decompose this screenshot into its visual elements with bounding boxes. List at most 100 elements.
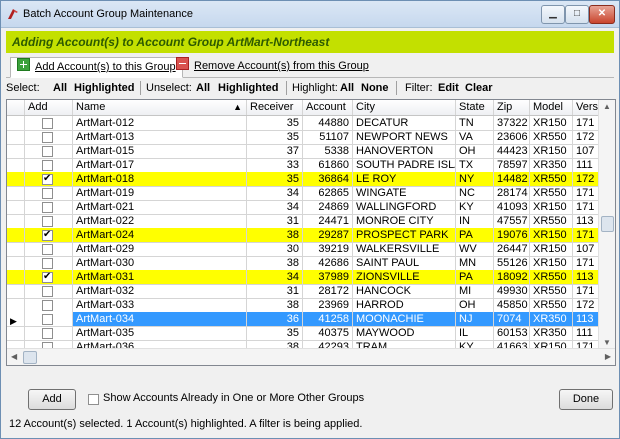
model-cell: XR150 (530, 200, 573, 215)
table-row[interactable]: ArtMart-0313437989ZIONSVILLEPA18092XR550… (7, 270, 615, 285)
table-row[interactable]: ArtMart-032 31 28172 HANCOCK MI 49930 XR550 171 (7, 284, 615, 299)
vertical-scroll-thumb[interactable] (601, 216, 614, 232)
row-indicator[interactable] (7, 172, 25, 187)
add-checkbox[interactable] (42, 118, 53, 129)
row-indicator[interactable] (7, 270, 25, 285)
table-row[interactable]: ArtMart-021 34 24869 WALLINGFORD KY 41093 XR15… (7, 200, 615, 215)
tab-add-accounts[interactable]: Add Account(s) to this Group (10, 57, 183, 78)
table-row[interactable]: ArtMart-022 31 24471 MONROE CITY IN 47557 XR55… (7, 214, 615, 229)
account-cell: 39219 (303, 242, 353, 257)
row-indicator[interactable]: ▶ (7, 312, 25, 327)
column-header-add[interactable]: Add (25, 100, 73, 115)
add-cell (25, 116, 73, 131)
add-checkbox[interactable] (42, 314, 53, 325)
add-checkbox[interactable] (42, 188, 53, 199)
minimize-icon[interactable]: ▁ (541, 5, 565, 24)
name-cell: ArtMart-018 (73, 172, 247, 187)
add-checkbox[interactable] (42, 300, 53, 311)
scroll-right-icon[interactable]: ▶ (605, 352, 611, 361)
column-header-receiver[interactable]: Receiver (247, 100, 303, 115)
table-row[interactable]: ArtMart-030 38 42686 SAINT PAUL MN 55126 XR150… (7, 256, 615, 271)
row-indicator[interactable] (7, 298, 25, 313)
row-indicator[interactable] (7, 200, 25, 215)
table-row[interactable]: ArtMart-012 35 44880 DECATUR TN 37322 XR150 171 (7, 116, 615, 131)
filter-clear-link[interactable]: Clear (465, 82, 493, 94)
add-checkbox[interactable] (42, 286, 53, 297)
vers-cell: 171 (573, 186, 599, 201)
add-checkbox[interactable] (42, 146, 53, 157)
row-indicator[interactable] (7, 130, 25, 145)
show-accounts-checkbox[interactable] (88, 394, 99, 405)
add-checkbox[interactable] (42, 160, 53, 171)
row-indicator[interactable] (7, 116, 25, 131)
table-row[interactable]: ▶ ArtMart-034 36 41258 MOONACHIE NJ 7074 XR350 1… (7, 312, 615, 327)
zip-cell: 49930 (494, 284, 530, 299)
close-icon[interactable]: ✕ (589, 5, 615, 24)
table-row[interactable]: ArtMart-019 34 62865 WINGATE NC 28174 XR550 171 (7, 186, 615, 201)
column-header-zip[interactable]: Zip (494, 100, 530, 115)
column-header-model[interactable]: Model (530, 100, 573, 115)
horizontal-scroll-thumb[interactable] (23, 351, 37, 364)
column-header-state[interactable]: State (456, 100, 494, 115)
vers-cell: 111 (573, 326, 599, 341)
column-header-city[interactable]: City (353, 100, 456, 115)
tab-remove-accounts[interactable]: Remove Account(s) from this Group (170, 57, 375, 76)
scroll-up-icon[interactable]: ▲ (603, 102, 611, 111)
row-indicator[interactable] (7, 186, 25, 201)
select-all-link[interactable]: All (53, 82, 67, 94)
add-checkbox[interactable] (42, 258, 53, 269)
column-header-account[interactable]: Account (303, 100, 353, 115)
state-cell: NJ (456, 312, 494, 327)
add-checkbox[interactable] (42, 328, 53, 339)
table-row[interactable]: ArtMart-0183536864LE ROYNY14482XR550172 (7, 172, 615, 187)
row-indicator[interactable] (7, 256, 25, 271)
add-checkbox[interactable] (42, 244, 53, 255)
receiver-cell: 38 (247, 256, 303, 271)
column-header-vers[interactable]: Vers (573, 100, 599, 115)
row-indicator[interactable] (7, 326, 25, 341)
accounts-grid[interactable]: Add Name ▲ Receiver Account City State Z… (6, 99, 616, 366)
filter-edit-link[interactable]: Edit (438, 82, 459, 94)
row-indicator[interactable] (7, 284, 25, 299)
unselect-highlighted-link[interactable]: Highlighted (218, 82, 279, 94)
add-checkbox[interactable] (42, 216, 53, 227)
add-checkbox[interactable] (42, 132, 53, 143)
add-button[interactable]: Add (28, 389, 76, 410)
select-highlighted-link[interactable]: Highlighted (74, 82, 135, 94)
table-row[interactable]: ArtMart-029 30 39219 WALKERSVILLE WV 26447 XR1… (7, 242, 615, 257)
maximize-icon[interactable]: □ (565, 5, 589, 24)
scroll-left-icon[interactable]: ◀ (11, 352, 17, 361)
done-button[interactable]: Done (559, 389, 613, 410)
name-cell: ArtMart-034 (73, 312, 247, 327)
add-cell (25, 270, 73, 285)
table-row[interactable]: ArtMart-035 35 40375 MAYWOOD IL 60153 XR350 111 (7, 326, 615, 341)
table-row[interactable]: ArtMart-013 35 51107 NEWPORT NEWS VA 23606 XR5… (7, 130, 615, 145)
vertical-scrollbar[interactable]: ▲ ▼ (598, 100, 615, 349)
table-row[interactable]: ArtMart-015 37 5338 HANOVERTON OH 44423 XR150 1… (7, 144, 615, 159)
add-checkbox[interactable] (42, 270, 53, 284)
add-cell (25, 242, 73, 257)
table-row[interactable]: ArtMart-0243829287PROSPECT PARKPA19076XR… (7, 228, 615, 243)
column-header-name[interactable]: Name ▲ (73, 100, 247, 115)
table-row[interactable]: ArtMart-0173361860SOUTH PADRE ISLANDTX78… (7, 158, 615, 173)
row-indicator[interactable] (7, 228, 25, 243)
unselect-all-link[interactable]: All (196, 82, 210, 94)
highlight-none-link[interactable]: None (361, 82, 389, 94)
horizontal-scrollbar[interactable]: ◀ ▶ (7, 348, 615, 365)
add-checkbox[interactable] (42, 228, 53, 242)
row-indicator[interactable] (7, 242, 25, 257)
app-icon (8, 9, 18, 19)
row-indicator[interactable] (7, 214, 25, 229)
city-cell: HANCOCK (353, 284, 456, 299)
unselect-label: Unselect: (146, 82, 192, 94)
highlight-all-link[interactable]: All (340, 82, 354, 94)
row-indicator[interactable] (7, 144, 25, 159)
add-checkbox[interactable] (42, 202, 53, 213)
row-indicator[interactable] (7, 158, 25, 173)
scroll-down-icon[interactable]: ▼ (603, 338, 611, 347)
city-cell: WALKERSVILLE (353, 242, 456, 257)
vers-cell: 171 (573, 256, 599, 271)
add-checkbox[interactable] (42, 172, 53, 186)
table-row[interactable]: ArtMart-033 38 23969 HARROD OH 45850 XR550 172 (7, 298, 615, 313)
city-cell: ZIONSVILLE (353, 270, 456, 285)
